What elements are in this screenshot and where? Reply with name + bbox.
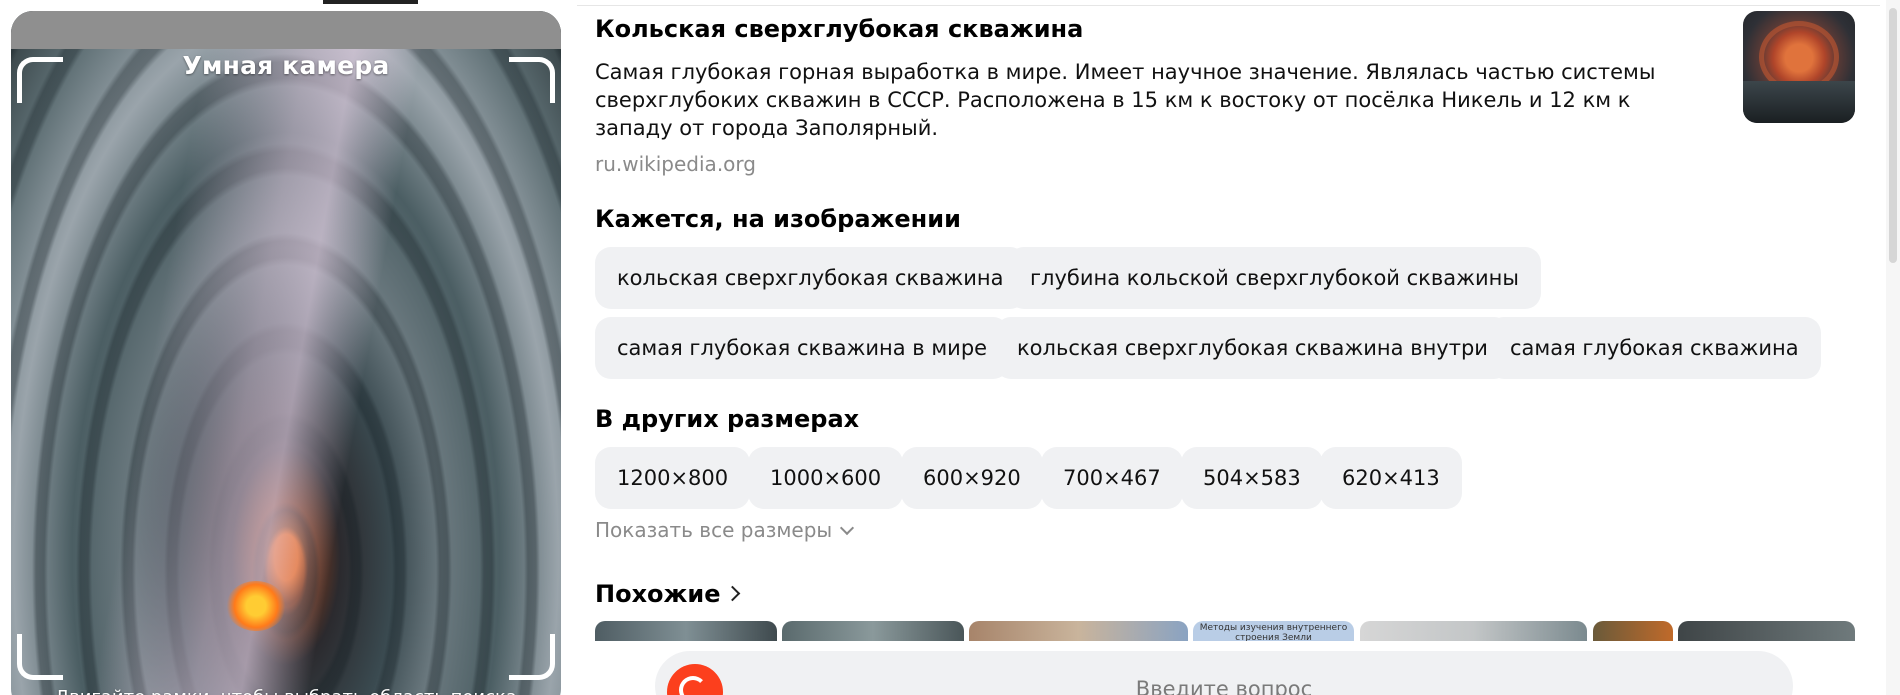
similar-image[interactable]: [595, 621, 777, 641]
crop-handle-top-right[interactable]: [509, 57, 555, 103]
question-input-placeholder: Введите вопрос: [1135, 677, 1313, 695]
chevron-right-icon: [724, 585, 740, 602]
camera-title: Умная камера: [182, 51, 390, 80]
size-chip[interactable]: 600×920: [901, 447, 1043, 509]
similar-image[interactable]: [782, 621, 964, 641]
camera-hint: Двигайте рамки, чтобы выбрать область по…: [11, 687, 561, 695]
objects-heading: Кажется, на изображении: [595, 205, 961, 233]
similar-image[interactable]: Методы изучения внутреннего строения Зем…: [1193, 621, 1354, 641]
ask-question-bar[interactable]: Введите вопрос: [655, 651, 1793, 695]
similar-heading[interactable]: Похожие: [595, 580, 740, 608]
camera-top-strip: [11, 11, 561, 49]
similar-image[interactable]: [969, 621, 1188, 641]
size-chip[interactable]: 620×413: [1320, 447, 1462, 509]
similar-image[interactable]: [1678, 621, 1855, 641]
object-chip[interactable]: кольская сверхглубокая скважина внутри: [995, 317, 1510, 379]
scrollbar-thumb[interactable]: [1889, 8, 1897, 263]
similar-image-caption: Методы изучения внутреннего строения Зем…: [1199, 623, 1348, 641]
smart-camera-panel[interactable]: Умная камера Двигайте рамки, чтобы выбра…: [11, 11, 561, 695]
object-chip[interactable]: самая глубокая скважина: [1488, 317, 1821, 379]
page: Умная камера Двигайте рамки, чтобы выбра…: [0, 0, 1900, 695]
show-all-sizes-label: Показать все размеры: [595, 518, 833, 542]
object-chip[interactable]: кольская сверхглубокая скважина: [595, 247, 1026, 309]
entity-source-link[interactable]: ru.wikipedia.org: [595, 152, 756, 176]
size-chip[interactable]: 1000×600: [748, 447, 904, 509]
camera-image-glow: [226, 581, 286, 631]
entity-description: Самая глубокая горная выработка в мире. …: [595, 60, 1656, 140]
similar-heading-label: Похожие: [595, 580, 721, 608]
active-tab-indicator: [323, 0, 418, 4]
entity-thumbnail[interactable]: [1743, 11, 1855, 123]
similar-image[interactable]: [1360, 621, 1587, 641]
size-chip[interactable]: 504×583: [1181, 447, 1323, 509]
size-chip[interactable]: 1200×800: [595, 447, 751, 509]
entity-title[interactable]: Кольская сверхглубокая скважина: [595, 15, 1083, 43]
crop-handle-bottom-right[interactable]: [509, 634, 555, 680]
top-divider: [577, 5, 1880, 6]
size-chip[interactable]: 700×467: [1041, 447, 1183, 509]
show-all-sizes-link[interactable]: Показать все размеры: [595, 518, 855, 542]
object-chip[interactable]: глубина кольской сверхглубокой скважины: [1008, 247, 1541, 309]
thumbnail-base: [1743, 81, 1855, 123]
camera-image: [11, 11, 561, 695]
crop-handle-top-left[interactable]: [17, 57, 63, 103]
page-scrollbar[interactable]: [1886, 0, 1900, 695]
chevron-down-icon: [840, 520, 855, 536]
sizes-heading: В других размерах: [595, 405, 860, 433]
object-chip[interactable]: самая глубокая скважина в мире: [595, 317, 1010, 379]
similar-images-strip: Методы изучения внутреннего строения Зем…: [595, 621, 1855, 641]
crop-handle-bottom-left[interactable]: [17, 634, 63, 680]
similar-image[interactable]: [1593, 621, 1673, 641]
